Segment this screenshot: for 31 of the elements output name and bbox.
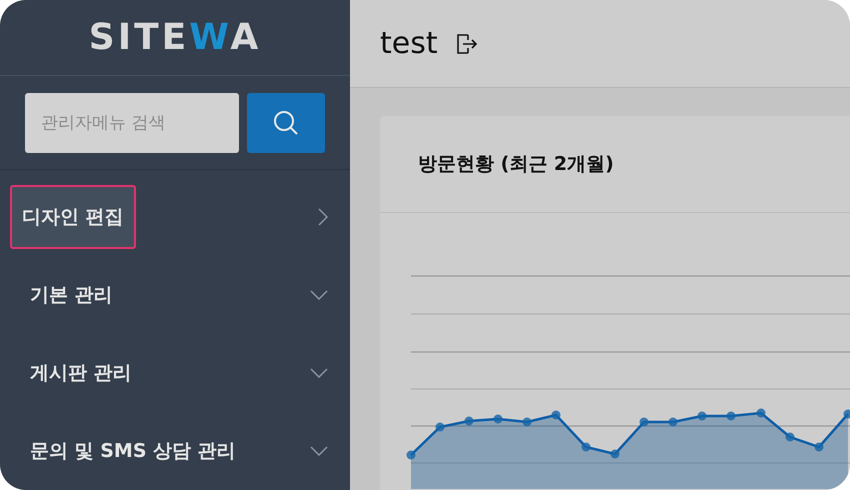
page-title: test <box>380 26 438 61</box>
menu-item[interactable]: 기본 관리 <box>10 263 125 327</box>
chart-point <box>494 414 502 424</box>
chevron-down-icon <box>310 368 328 378</box>
search-button[interactable] <box>247 92 325 153</box>
chart-point <box>610 450 620 458</box>
chevron-down-icon <box>310 446 328 456</box>
chevron-right-icon <box>318 208 328 226</box>
chart-point <box>844 410 850 418</box>
menu-item[interactable]: 게시판 관리 <box>10 341 144 405</box>
chart-point <box>436 422 444 432</box>
logo: SITEWA <box>88 17 262 58</box>
chart-point <box>698 412 706 420</box>
card-title: 방문현황 (최근 2개월) <box>418 152 614 177</box>
search-field[interactable]: 관리자메뉴 검색 <box>25 92 239 153</box>
chart-point <box>786 432 794 442</box>
menu-item[interactable]: 디자인 편집 <box>10 185 136 249</box>
search-icon <box>272 108 300 137</box>
chart-point <box>756 408 766 418</box>
menu-item[interactable]: 문의 및 SMS 상담 관리 <box>10 419 248 483</box>
chart-point <box>406 450 416 460</box>
chart-point <box>582 442 590 452</box>
chart-point <box>814 442 824 452</box>
chart-point <box>640 418 648 426</box>
chart-point <box>668 418 678 426</box>
chevron-down-icon <box>310 290 328 300</box>
logout-icon[interactable] <box>456 32 478 54</box>
chart-point <box>726 412 736 420</box>
chart-point <box>522 418 532 426</box>
chart-point <box>464 416 474 426</box>
chart-point <box>552 410 560 420</box>
